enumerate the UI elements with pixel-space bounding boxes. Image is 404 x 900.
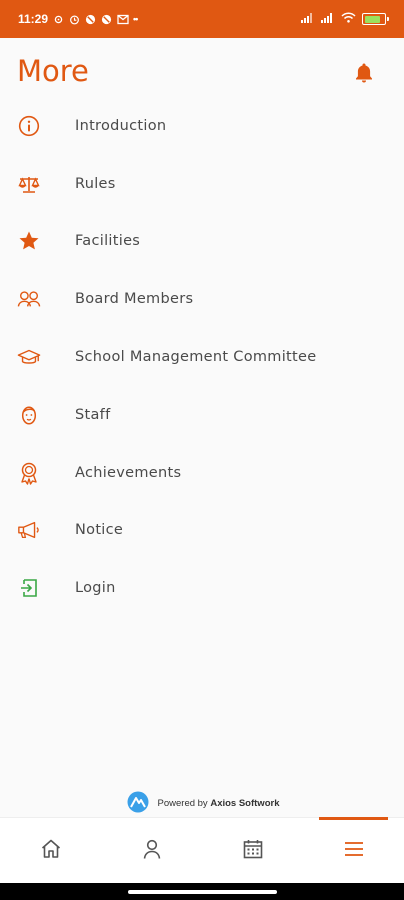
active-tab-indicator [319, 817, 388, 820]
person-face-icon [17, 403, 41, 427]
scales-icon [17, 172, 41, 196]
menu-item-label: Rules [75, 175, 116, 192]
gmail-icon [117, 14, 129, 25]
graduation-cap-icon [17, 345, 41, 369]
award-icon [17, 461, 41, 485]
menu-icon [343, 840, 365, 862]
menu-item-introduction[interactable]: Introduction [0, 97, 404, 155]
nav-more[interactable] [303, 817, 404, 883]
menu-item-login[interactable]: Login [0, 559, 404, 617]
menu-item-label: School Management Committee [75, 349, 317, 366]
menu-item-label: Achievements [75, 464, 182, 481]
wifi-icon [341, 12, 356, 26]
bottom-nav [0, 817, 404, 883]
menu-item-board-members[interactable]: Board Members [0, 270, 404, 328]
home-icon [39, 837, 63, 865]
nav-profile[interactable] [101, 818, 202, 883]
menu-item-label: Notice [75, 522, 124, 539]
menu-list: Introduction Rules Facilities Board Memb… [0, 97, 404, 617]
powered-by-prefix: Powered by [157, 797, 208, 809]
menu-item-facilities[interactable]: Facilities [0, 213, 404, 271]
more-notifications-icon: •• [133, 14, 138, 24]
user-icon [141, 838, 163, 864]
bell-icon[interactable] [354, 62, 374, 84]
page-title: More [17, 54, 89, 88]
menu-item-label: Staff [75, 406, 111, 423]
status-left: 11:29 •• [18, 12, 138, 26]
signal-icon [301, 12, 315, 26]
alarm-icon [69, 14, 80, 25]
powered-by-text: Powered by Axios Softwork [158, 798, 280, 809]
no-data-icon [101, 14, 112, 25]
settings-icon [53, 14, 64, 25]
calendar-icon [242, 838, 264, 864]
menu-item-label: Board Members [75, 291, 194, 308]
megaphone-icon [17, 518, 41, 542]
menu-item-achievements[interactable]: Achievements [0, 444, 404, 502]
menu-item-school-management-committee[interactable]: School Management Committee [0, 328, 404, 386]
nav-home[interactable] [0, 818, 101, 883]
no-data-icon [85, 14, 96, 25]
status-bar: 11:29 •• [0, 0, 404, 38]
login-icon [17, 576, 41, 600]
nav-calendar[interactable] [202, 818, 303, 883]
menu-item-notice[interactable]: Notice [0, 502, 404, 560]
status-time: 11:29 [18, 12, 49, 26]
battery-level [364, 15, 380, 23]
axios-logo-icon [125, 791, 151, 816]
signal-icon [321, 12, 335, 26]
info-icon [17, 114, 41, 138]
company-name: Axios Softwork [210, 797, 280, 809]
menu-item-label: Facilities [75, 233, 141, 250]
status-right [301, 12, 389, 26]
group-icon [17, 287, 41, 311]
star-icon [17, 229, 41, 253]
menu-item-label: Login [75, 580, 116, 597]
menu-item-staff[interactable]: Staff [0, 386, 404, 444]
menu-item-label: Introduction [75, 117, 167, 134]
menu-item-rules[interactable]: Rules [0, 155, 404, 213]
powered-by: Powered by Axios Softwork [0, 790, 404, 816]
battery-icon [362, 13, 389, 25]
gesture-bar[interactable] [128, 890, 277, 894]
